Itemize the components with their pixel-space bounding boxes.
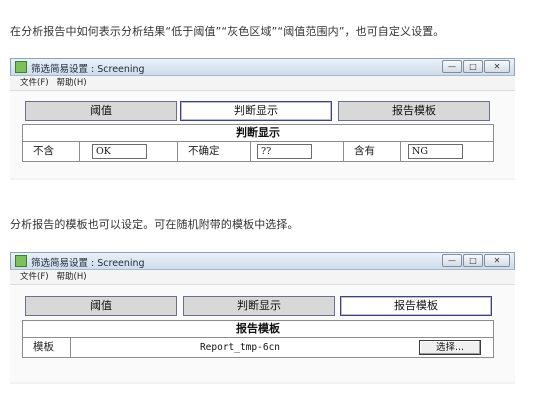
window-title: 筛选简易设置 : Screening [31,258,145,269]
menu-bar: 文件(F) 帮助(H) [10,76,515,91]
intro-text-2: 分析报告的模板也可以设定。可在随机附带的模板中选择。 [10,218,299,231]
template-panel: 报告模板 模板 Report_tmp-6cn 选择... [22,320,494,358]
select-template-button[interactable]: 选择... [419,340,481,355]
title-bar[interactable]: 筛选简易设置 : Screening — □ ✕ [10,252,515,270]
maximize-icon[interactable]: □ [463,60,483,73]
title-bar[interactable]: 筛选简易设置 : Screening — □ ✕ [10,58,515,76]
menu-file[interactable]: 文件(F) [20,76,49,90]
menu-bar: 文件(F) 帮助(H) [10,270,515,285]
not-contained-input[interactable]: OK [92,144,147,159]
close-icon[interactable]: ✕ [484,254,510,267]
label-not-contained: 不含 [23,142,80,161]
tab-template[interactable]: 报告模板 [340,296,492,316]
screening-window-template: 筛选简易设置 : Screening — □ ✕ 文件(F) 帮助(H) 阈值 … [10,252,515,384]
label-contained: 含有 [344,142,401,161]
close-icon[interactable]: ✕ [484,60,510,73]
window-title: 筛选简易设置 : Screening [31,64,145,75]
screening-window-judgement: 筛选简易设置 : Screening — □ ✕ 文件(F) 帮助(H) 阈值 … [10,58,515,180]
minimize-icon[interactable]: — [442,254,462,267]
tab-template[interactable]: 报告模板 [338,101,490,121]
template-row: 模板 Report_tmp-6cn 选择... [23,338,493,357]
app-icon [15,255,27,267]
cell-uncertain: ?? [251,142,344,161]
template-filename: Report_tmp-6cn [199,342,281,353]
menu-file[interactable]: 文件(F) [20,270,49,284]
tab-judgement[interactable]: 判断显示 [180,101,332,121]
app-icon [15,61,27,73]
menu-help[interactable]: 帮助(H) [57,270,87,284]
template-panel-title: 报告模板 [23,321,493,338]
menu-help[interactable]: 帮助(H) [57,76,87,90]
tab-threshold[interactable]: 阈值 [25,296,177,316]
contained-input[interactable]: NG [408,144,463,159]
judgement-row: 不含 OK 不确定 ?? 含有 NG [23,142,493,161]
minimize-icon[interactable]: — [442,60,462,73]
judgement-panel-title: 判断显示 [23,125,493,142]
maximize-icon[interactable]: □ [463,254,483,267]
judgement-panel: 判断显示 不含 OK 不确定 ?? 含有 NG [22,124,494,162]
template-label: 模板 [23,338,71,357]
label-uncertain: 不确定 [178,142,251,161]
window-body: 阈值 判断显示 报告模板 报告模板 模板 Report_tmp-6cn 选择..… [10,285,515,382]
window-body: 阈值 判断显示 报告模板 判断显示 不含 OK 不确定 ?? 含有 NG [10,91,515,178]
intro-text-1: 在分析报告中如何表示分析结果“低于阈值”“灰色区域”“阈值范围内”，也可自定义设… [10,25,445,38]
uncertain-input[interactable]: ?? [257,144,312,159]
tab-judgement[interactable]: 判断显示 [183,296,335,316]
tab-threshold[interactable]: 阈值 [25,101,177,121]
cell-contained: NG [401,142,495,161]
cell-not-contained: OK [80,142,178,161]
